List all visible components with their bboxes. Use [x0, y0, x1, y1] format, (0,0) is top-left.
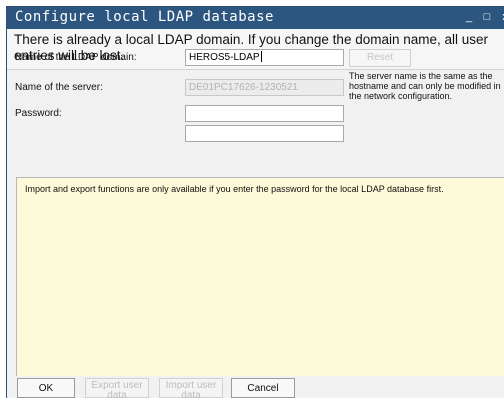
info-text: Import and export functions are only ava…: [25, 184, 444, 194]
reset-button[interactable]: Reset: [349, 49, 411, 67]
domain-value: HEROS5-LDAP: [189, 52, 260, 63]
domain-input[interactable]: HEROS5-LDAP: [185, 49, 344, 66]
close-icon[interactable]: x: [498, 10, 504, 24]
info-panel: Import and export functions are only ava…: [16, 177, 504, 376]
server-label: Name of the server:: [15, 82, 103, 93]
server-note: The server name is the same as the hostn…: [349, 71, 501, 101]
domain-label: Name of the LDAP domain:: [15, 52, 137, 63]
text-caret: [260, 51, 262, 62]
import-user-data-button[interactable]: Import user data: [159, 378, 223, 398]
ldap-config-dialog: Configure local LDAP database _ □ x Ther…: [6, 6, 504, 398]
cancel-button[interactable]: Cancel: [231, 378, 295, 398]
password-confirm-input[interactable]: [185, 125, 344, 142]
export-user-data-button[interactable]: Export user data: [85, 378, 149, 398]
title-bar[interactable]: Configure local LDAP database _ □ x: [7, 7, 504, 29]
window-title: Configure local LDAP database: [15, 9, 274, 25]
maximize-icon[interactable]: □: [480, 10, 494, 24]
password-input[interactable]: [185, 105, 344, 122]
minimize-icon[interactable]: _: [462, 10, 476, 24]
server-input: DE01PC17626-1230521: [185, 79, 344, 96]
ok-button[interactable]: OK: [17, 378, 75, 398]
password-label: Password:: [15, 108, 62, 119]
